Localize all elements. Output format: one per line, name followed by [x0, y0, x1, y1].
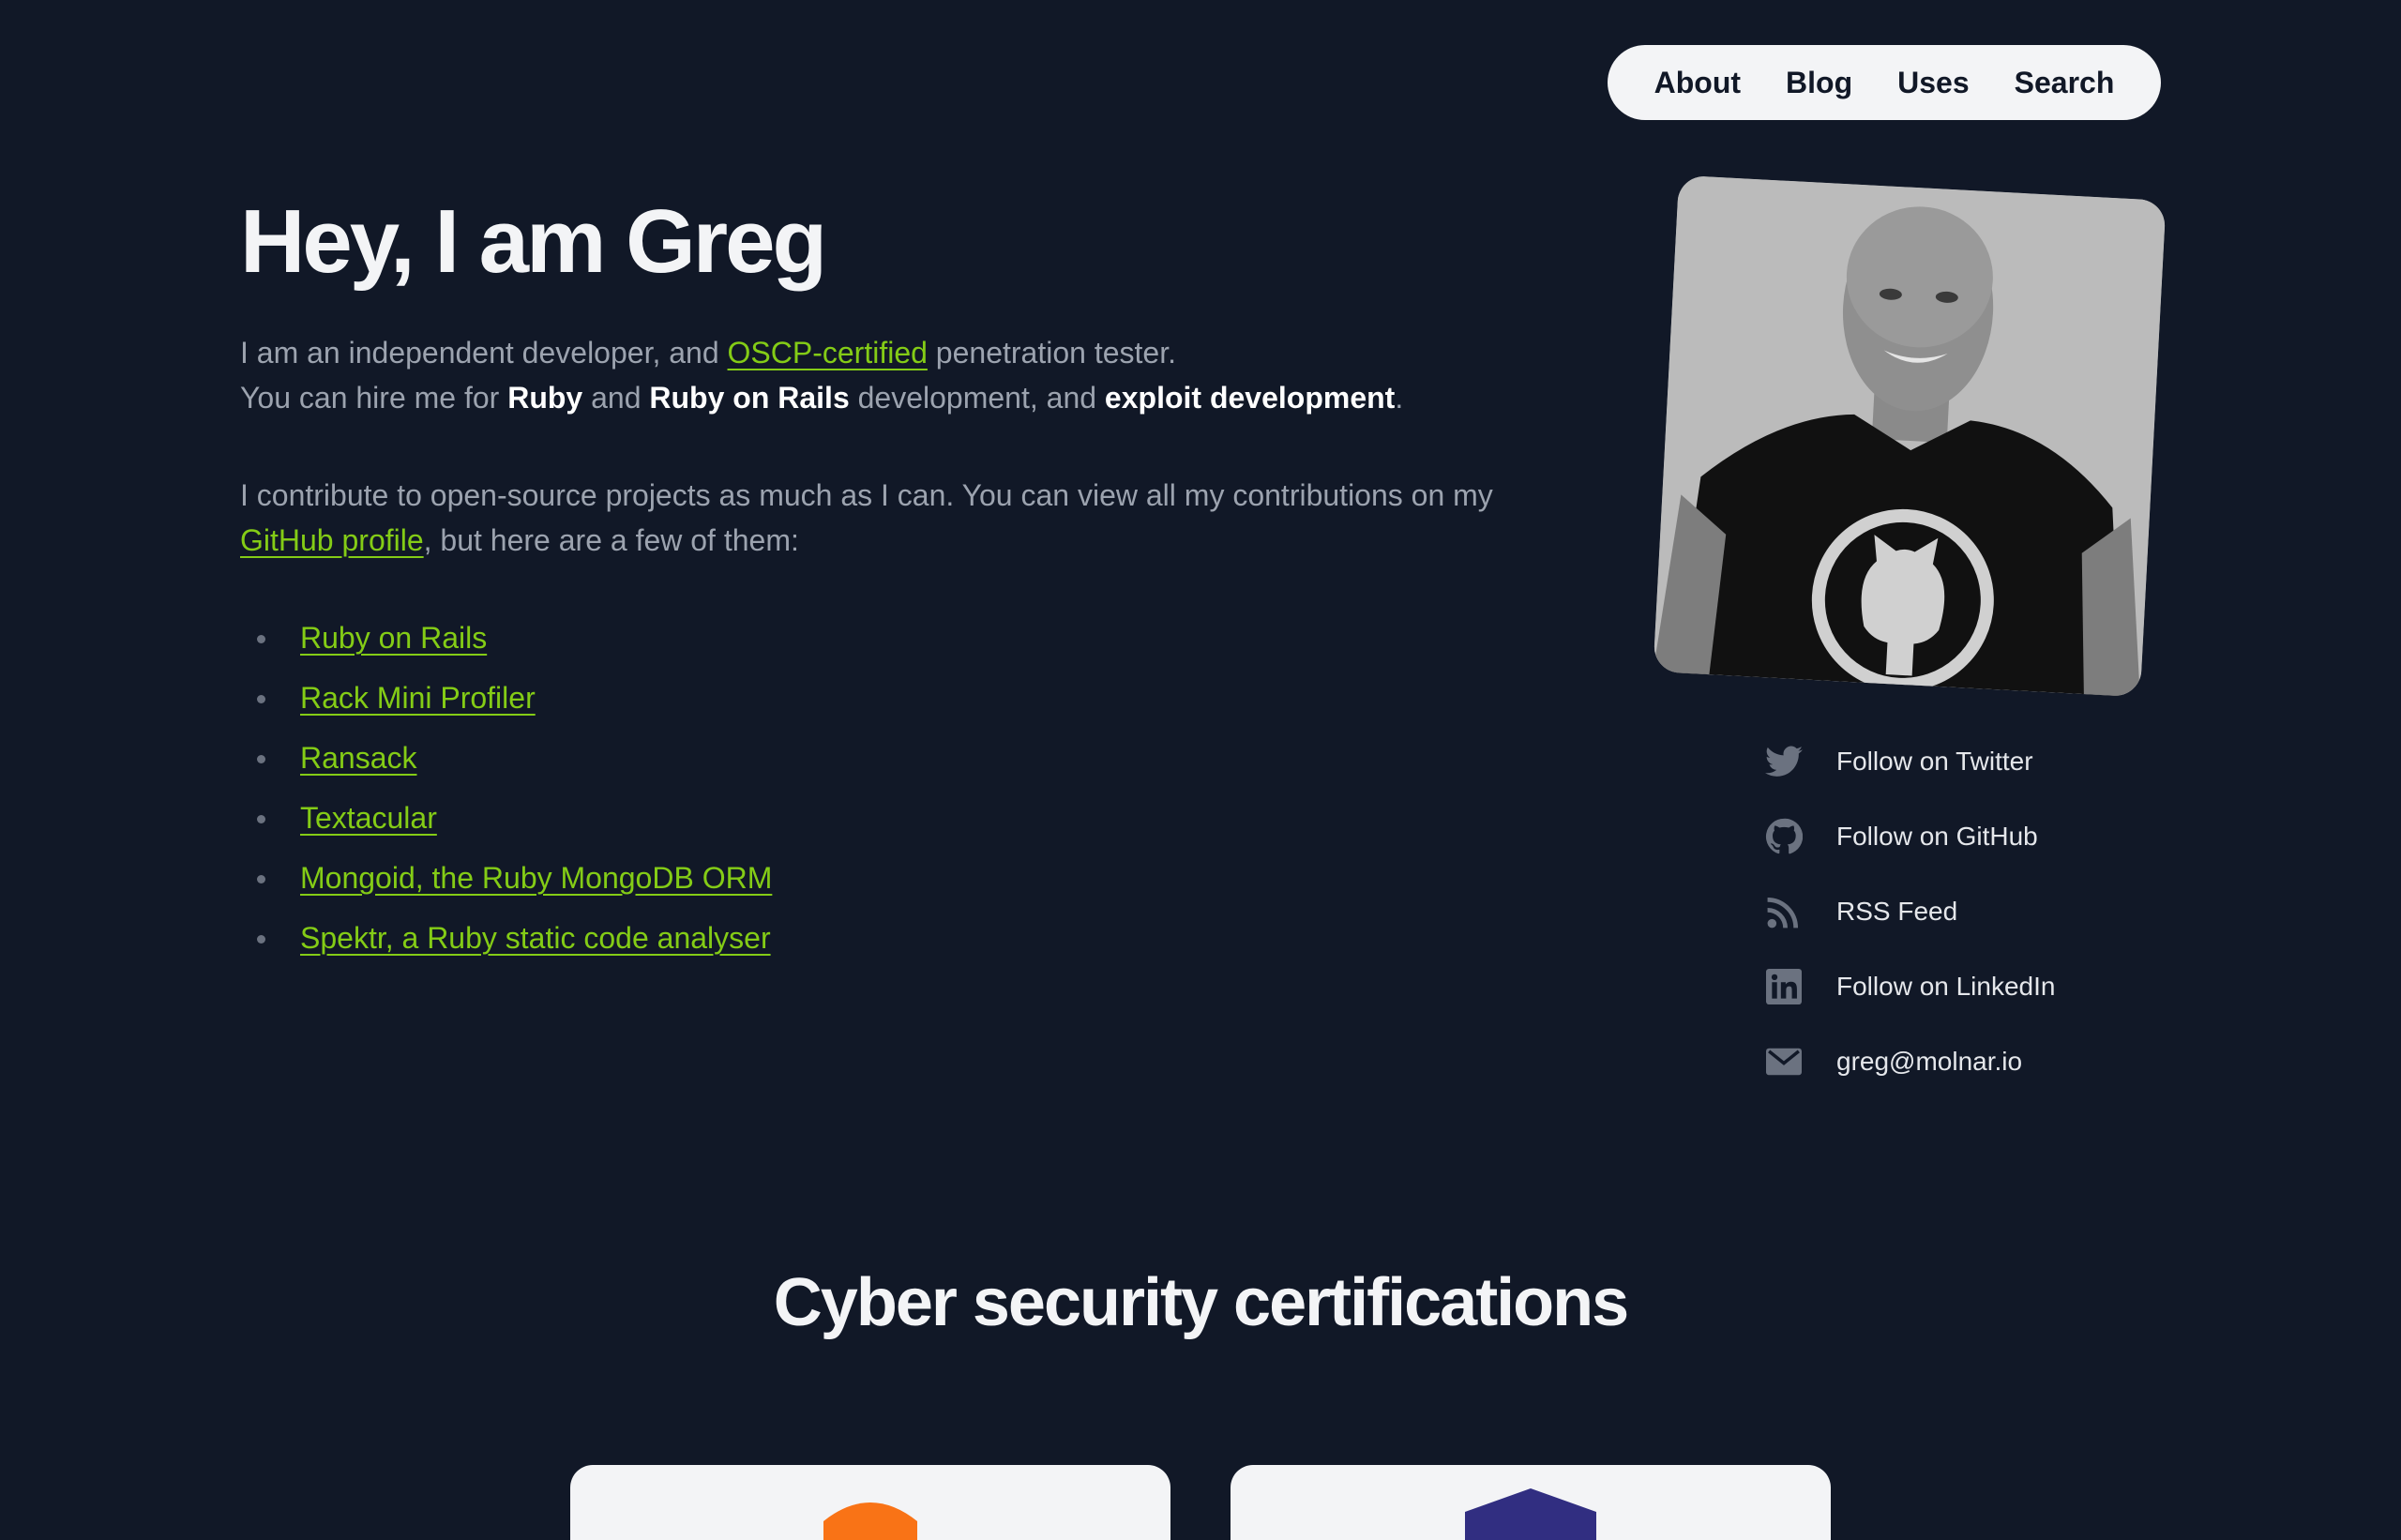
social-item-linkedin[interactable]: Follow on LinkedIn [1763, 949, 2055, 1024]
social-label: RSS Feed [1836, 897, 1958, 926]
profile-photo [1653, 174, 2167, 698]
intro-text: . [1395, 381, 1404, 415]
contrib-text: , but here are a few of them: [423, 523, 799, 557]
page-title: Hey, I am Greg [240, 191, 827, 292]
project-link[interactable]: Mongoid, the Ruby MongoDB ORM [300, 861, 772, 895]
list-item: Textacular [240, 788, 772, 848]
bullet [257, 875, 265, 883]
intro-text: I am an independent developer, and [240, 336, 728, 370]
rails-highlight: Ruby on Rails [649, 381, 850, 415]
ruby-highlight: Ruby [507, 381, 583, 415]
nav-uses-link[interactable]: Uses [1897, 66, 1970, 100]
exploit-highlight: exploit development [1104, 381, 1396, 415]
profile-photo-illustration [1653, 174, 2167, 698]
rss-icon [1763, 891, 1805, 932]
social-label: Follow on LinkedIn [1836, 972, 2056, 1001]
linkedin-icon [1763, 966, 1805, 1007]
oscp-link[interactable]: OSCP-certified [728, 336, 928, 370]
project-link[interactable]: Ransack [300, 741, 417, 775]
nav-search-link[interactable]: Search [2015, 66, 2115, 100]
project-link[interactable]: Ruby on Rails [300, 621, 487, 655]
twitter-icon [1763, 741, 1805, 782]
list-item: Ransack [240, 728, 772, 788]
social-links: Follow on Twitter Follow on GitHub RSS F… [1763, 724, 2055, 1099]
social-label: greg@molnar.io [1836, 1047, 2023, 1076]
bullet [257, 695, 265, 703]
bullet [257, 755, 265, 763]
contrib-text: I contribute to open-source projects as … [240, 478, 1493, 512]
list-item: Mongoid, the Ruby MongoDB ORM [240, 848, 772, 908]
bullet [257, 815, 265, 823]
social-item-email[interactable]: greg@molnar.io [1763, 1024, 2055, 1099]
list-item: Ruby on Rails [240, 608, 772, 668]
social-item-rss[interactable]: RSS Feed [1763, 874, 2055, 949]
intro-text: You can hire me for [240, 381, 508, 415]
list-item: Rack Mini Profiler [240, 668, 772, 728]
social-label: Follow on GitHub [1836, 822, 2038, 851]
main-nav: About Blog Uses Search [1608, 45, 2161, 120]
bullet [257, 935, 265, 944]
certification-badge-image [823, 1502, 917, 1540]
social-item-github[interactable]: Follow on GitHub [1763, 799, 2055, 874]
project-link[interactable]: Spektr, a Ruby static code analyser [300, 921, 771, 955]
bullet [257, 635, 265, 643]
social-item-twitter[interactable]: Follow on Twitter [1763, 724, 2055, 799]
social-label: Follow on Twitter [1836, 747, 2033, 776]
certifications-heading: Cyber security certifications [773, 1265, 1629, 1340]
nav-about-link[interactable]: About [1654, 66, 1741, 100]
nav-blog-link[interactable]: Blog [1786, 66, 1852, 100]
contributions-paragraph: I contribute to open-source projects as … [240, 473, 1497, 563]
intro-text: development, and [849, 381, 1105, 415]
project-link[interactable]: Textacular [300, 801, 437, 835]
project-link[interactable]: Rack Mini Profiler [300, 681, 536, 715]
certification-badge-image [1465, 1488, 1596, 1540]
project-list: Ruby on Rails Rack Mini Profiler Ransack… [240, 608, 772, 968]
intro-text: and [582, 381, 650, 415]
github-icon [1763, 816, 1805, 857]
github-profile-link[interactable]: GitHub profile [240, 523, 424, 557]
certification-card[interactable] [1231, 1465, 1831, 1540]
mail-icon [1763, 1041, 1805, 1082]
certification-card[interactable] [570, 1465, 1170, 1540]
list-item: Spektr, a Ruby static code analyser [240, 908, 772, 968]
intro-text: penetration tester. [927, 336, 1176, 370]
intro-paragraph: I am an independent developer, and OSCP-… [240, 330, 1553, 420]
